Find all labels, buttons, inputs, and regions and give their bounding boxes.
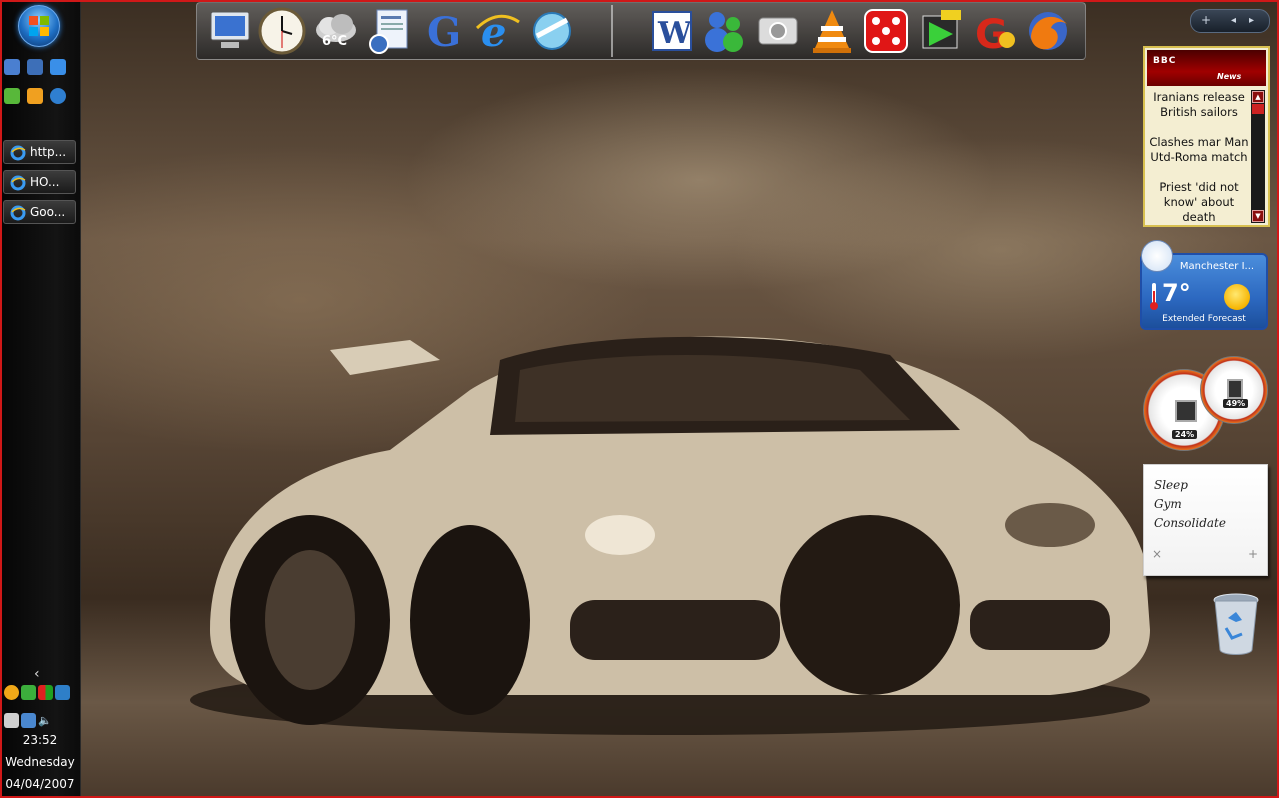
extended-forecast-link[interactable]: Extended Forecast: [1142, 314, 1266, 324]
bbc-news-header: BBC News: [1147, 50, 1266, 86]
tray-icons-row-1: [4, 685, 76, 703]
recycle-bin-icon[interactable]: [1210, 592, 1262, 658]
bbc-news-gadget: BBC News Iranians release British sailor…: [1143, 46, 1270, 227]
cpu-chip-icon: [1175, 400, 1197, 422]
add-gadget-button[interactable]: +: [1201, 13, 1211, 27]
messenger-icon[interactable]: [4, 88, 20, 104]
documents-icon[interactable]: [365, 6, 415, 56]
word-icon[interactable]: W: [647, 6, 697, 56]
volume-icon[interactable]: 🔈: [38, 713, 53, 728]
next-page-button[interactable]: ▸: [1249, 15, 1254, 26]
clock-icon[interactable]: [257, 6, 307, 56]
clock-time[interactable]: 23:52: [0, 733, 80, 747]
memory-chip-icon: [1227, 379, 1243, 399]
messenger-icon[interactable]: [699, 6, 749, 56]
add-note-button[interactable]: +: [1248, 547, 1258, 561]
media-icon[interactable]: [915, 6, 965, 56]
emoticon-icon[interactable]: [4, 685, 19, 700]
taskbar-button-goo[interactable]: Goo...: [3, 200, 76, 224]
windows-logo-icon: [29, 16, 49, 36]
weather-temperature: 7°: [1162, 279, 1191, 307]
top-dock: G e W G: [196, 2, 1086, 60]
previous-page-button[interactable]: ◂: [1231, 15, 1236, 26]
internet-explorer-icon: [10, 175, 26, 191]
sports-car-image: [190, 336, 1150, 735]
security-icon[interactable]: [38, 685, 53, 700]
headline-list: Iranians release British sailors Clashes…: [1147, 90, 1251, 240]
network-connection-icon[interactable]: [21, 713, 36, 728]
google-icon[interactable]: G: [419, 6, 469, 56]
network-tray-icon[interactable]: [55, 685, 70, 700]
bbc-logo: BBC: [1153, 56, 1177, 66]
start-button[interactable]: [18, 5, 60, 47]
clock-date: 04/04/2007: [5, 777, 75, 791]
internet-explorer-icon[interactable]: e: [473, 6, 523, 56]
sidebar-taskbar: http... HO... Goo... ‹ 🔈 23:52 Wednesday…: [0, 0, 81, 798]
clock-day: Wednesday: [5, 755, 75, 769]
desktop-wallpaper: [0, 0, 1279, 798]
my-computer-icon[interactable]: [205, 6, 255, 56]
browser-icon[interactable]: [50, 88, 66, 104]
weather-city: Manchester I...: [1179, 261, 1255, 272]
memory-usage-value: 49%: [1223, 399, 1249, 408]
sun-icon: [1224, 284, 1250, 310]
dock-separator: [611, 5, 613, 57]
show-desktop-icon[interactable]: [4, 59, 20, 75]
gadget-pager: + ◂ ▸: [1190, 9, 1270, 33]
scroll-up-icon[interactable]: ▲: [1252, 91, 1264, 103]
scroll-down-icon[interactable]: ▼: [1252, 210, 1264, 222]
messenger-status-icon[interactable]: [21, 685, 36, 700]
switch-windows-icon[interactable]: [27, 59, 43, 75]
headline-item[interactable]: Iranians release British sailors: [1147, 90, 1251, 120]
internet-explorer-icon: [10, 205, 26, 221]
google-talk-icon[interactable]: G: [969, 6, 1019, 56]
internet-explorer-icon[interactable]: [50, 59, 66, 75]
tray-expand-button[interactable]: ‹: [34, 666, 40, 682]
network-icon[interactable]: [527, 6, 577, 56]
taskbar-button-label: HO...: [30, 175, 60, 189]
media-player-icon[interactable]: [27, 88, 43, 104]
thermometer-icon: [1150, 283, 1158, 310]
tray-icons-row-2: 🔈: [4, 713, 76, 731]
note-line: Sleep: [1154, 478, 1188, 492]
headline-item[interactable]: Priest 'did not know' about death: [1147, 180, 1251, 225]
bbc-news-brand: News: [1217, 72, 1242, 81]
taskbar-button-label: Goo...: [30, 205, 66, 219]
scroll-thumb[interactable]: [1252, 104, 1264, 114]
cpu-usage-value: 24%: [1172, 430, 1198, 439]
firefox-icon[interactable]: [1023, 6, 1073, 56]
vlc-icon[interactable]: [807, 6, 857, 56]
headline-scrollbar[interactable]: ▲ ▼: [1251, 90, 1265, 223]
safely-remove-icon[interactable]: [4, 713, 19, 728]
taskbar-button-label: http...: [30, 145, 67, 159]
taskbar-button-http[interactable]: http...: [3, 140, 76, 164]
weather-badge-icon: [1141, 240, 1173, 272]
svg-text:W: W: [657, 16, 693, 51]
internet-explorer-icon: [10, 145, 26, 161]
delete-note-button[interactable]: ×: [1152, 547, 1162, 561]
memory-meter-gadget: 49%: [1200, 356, 1268, 424]
svg-text:G: G: [427, 9, 461, 56]
note-line: Consolidate: [1154, 516, 1226, 530]
headline-item[interactable]: Clashes mar Man Utd-Roma match: [1147, 135, 1251, 165]
note-line: Gym: [1154, 497, 1182, 511]
dock-weather-temperature: 6°C: [322, 34, 348, 49]
notes-gadget[interactable]: Sleep Gym Consolidate × +: [1143, 464, 1268, 576]
taskbar-button-ho[interactable]: HO...: [3, 170, 76, 194]
camera-icon[interactable]: [753, 6, 803, 56]
dice-game-icon[interactable]: [861, 6, 911, 56]
